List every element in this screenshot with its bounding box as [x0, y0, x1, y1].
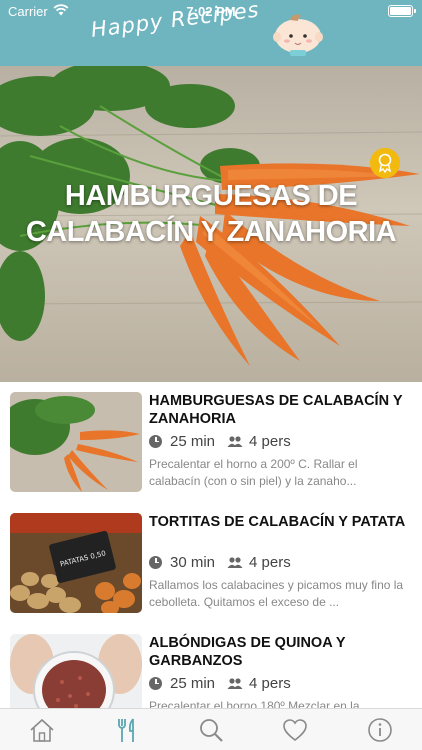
recipe-list-item[interactable]: PATATAS 0,50 TORTITAS DE CALABACÍN Y PAT…	[0, 503, 422, 624]
recipe-time: 25 min	[170, 674, 216, 692]
battery-icon	[388, 5, 416, 17]
people-icon	[227, 677, 243, 689]
tab-favorites[interactable]	[275, 712, 315, 748]
clock-icon	[149, 676, 162, 690]
award-ribbon-icon[interactable]	[370, 148, 400, 178]
carrots-thumbnail-image	[10, 392, 142, 492]
recipe-servings: 4 pers	[249, 432, 291, 450]
recipe-meta: 25 min 4 pers	[149, 673, 291, 693]
recipe-time: 25 min	[170, 432, 216, 450]
people-icon	[227, 556, 243, 568]
recipe-description: Precalentar el horno 180º Mezclar en la.…	[149, 699, 370, 708]
recipe-meta: 25 min 4 pers	[149, 431, 291, 451]
navigation-bar: Carrier 7:02 PM Happy Recipes	[0, 0, 422, 66]
recipe-title: ALBÓNDIGAS DE QUINOA Y GARBANZOS	[149, 635, 346, 669]
potatoes-market-thumbnail-image: PATATAS 0,50	[10, 513, 142, 613]
people-icon	[227, 435, 243, 447]
tab-bar	[0, 708, 422, 750]
recipe-title: TORTITAS DE CALABACÍN Y PATATA	[149, 514, 406, 530]
recipe-servings: 4 pers	[249, 553, 291, 571]
tab-recipes[interactable]	[107, 712, 147, 748]
recipe-thumbnail: PATATAS 0,50	[10, 513, 142, 613]
recipe-list-item[interactable]: HAMBURGUESAS DE CALABACÍN Y ZANAHORIA 25…	[0, 382, 422, 503]
clock-icon	[149, 434, 162, 448]
recipe-title: HAMBURGUESAS DE CALABACÍN Y ZANAHORIA	[149, 393, 403, 427]
fork-knife-icon	[117, 717, 134, 742]
tab-info[interactable]	[360, 712, 400, 748]
recipe-thumbnail	[10, 392, 142, 492]
quinoa-bowl-thumbnail-image	[10, 634, 142, 708]
recipe-description: Rallamos los calabacines y picamos muy f…	[149, 578, 404, 609]
featured-recipe-title: HAMBURGUESAS DE CALABACÍN Y ZANAHORIA	[25, 180, 397, 248]
featured-recipe-banner[interactable]: HAMBURGUESAS DE CALABACÍN Y ZANAHORIA	[0, 66, 422, 382]
search-icon	[200, 718, 223, 742]
tab-search[interactable]	[191, 712, 231, 748]
recipe-meta: 30 min 4 pers	[149, 552, 291, 572]
clock-icon	[149, 555, 162, 569]
recipe-list[interactable]: HAMBURGUESAS DE CALABACÍN Y ZANAHORIA 25…	[0, 382, 422, 708]
recipe-description: Precalentar el horno a 200º C. Rallar el…	[149, 457, 358, 488]
recipe-servings: 4 pers	[249, 674, 291, 692]
baby-face-icon	[273, 14, 323, 56]
home-icon	[30, 718, 54, 742]
heart-icon	[283, 718, 308, 741]
recipe-time: 30 min	[170, 553, 216, 571]
recipe-list-item[interactable]: ALBÓNDIGAS DE QUINOA Y GARBANZOS 25 min …	[0, 624, 422, 708]
info-icon	[367, 717, 392, 742]
tab-home[interactable]	[22, 712, 62, 748]
recipe-thumbnail	[10, 634, 142, 708]
